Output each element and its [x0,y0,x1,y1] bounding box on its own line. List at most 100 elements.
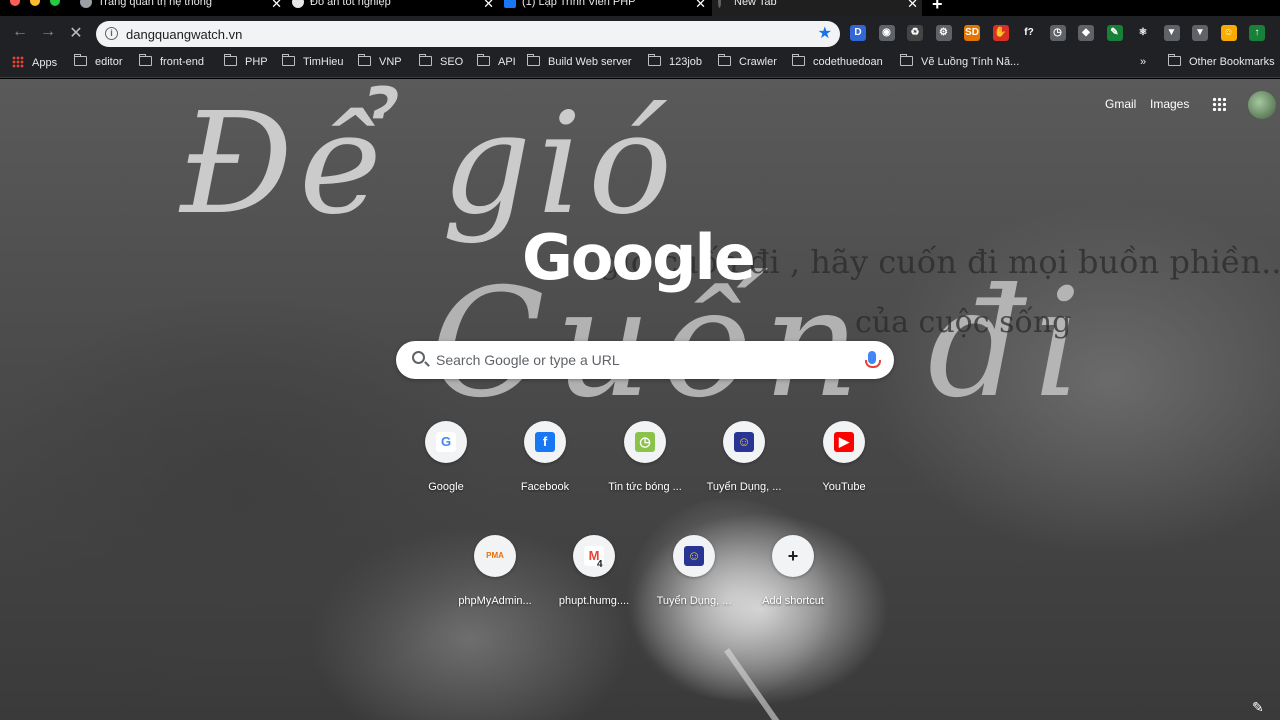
bookmark-label: Crawler [739,56,777,68]
google-icon: G [436,432,456,452]
shortcut-tile[interactable]: G Google [396,421,496,511]
shortcut-tile[interactable]: M 4 phupt.humg.... [544,535,644,625]
hand-icon[interactable]: ✋ [992,25,1009,41]
recycle-icon[interactable]: ♻ [907,25,923,41]
tab-title: (1) Lập Trình Viên PHP [522,0,636,8]
shortcut-label: Tuyển Dụng, ... [656,595,732,607]
dropdown-icon[interactable]: ▼ [1192,25,1208,41]
bookmarks-bar: Apps editor front-end PHP TimHieu VNP SEO API Bu… [0,50,1280,78]
customize-pencil-icon[interactable]: ✎ [1252,699,1264,716]
bookmarks-overflow-button[interactable]: » [1140,56,1146,72]
bookmark-folder[interactable]: API [477,54,516,72]
bookmark-folder[interactable]: codethuedoan [792,54,883,72]
bookmark-folder[interactable]: VNP [358,54,402,72]
bookmark-folder[interactable]: TimHieu [282,54,344,72]
close-window-button[interactable] [10,0,20,6]
bookmark-folder[interactable]: editor [74,54,123,72]
profile-icon[interactable]: ☺ [1220,25,1237,41]
google-apps-icon[interactable] [1212,97,1226,111]
tab-close-icon[interactable]: ✕ [695,0,706,12]
folder-icon [139,54,152,66]
tab[interactable]: (1) Lập Trình Viên PHP ✕ [500,0,710,16]
shortcut-label: Google [428,481,464,493]
globe-icon [80,0,92,8]
shortcut-circle[interactable]: + [772,535,814,577]
site-info-icon[interactable]: i [105,27,118,40]
shortcut-label: phpMyAdmin... [458,595,532,607]
vue-icon[interactable]: ▼ [1163,25,1180,41]
formula-icon[interactable]: f? [1021,25,1037,41]
bookmark-star-icon[interactable]: ★ [818,23,832,43]
bookmark-apps[interactable]: Apps [12,56,57,72]
maximize-window-button[interactable] [50,0,60,6]
folder-icon [648,54,661,66]
new-tab-button[interactable]: + [932,0,943,15]
tab[interactable]: Đồ án tốt nghiệp ✕ [288,0,498,16]
avatar[interactable] [1248,91,1276,119]
tab[interactable]: Trang quản trị hệ thống ✕ [76,0,286,16]
shortcut-circle[interactable]: M4 [573,535,615,577]
microphone-icon[interactable] [865,351,881,368]
react-icon[interactable]: ⚛ [1135,25,1151,41]
bookmark-label: editor [95,56,123,68]
bookmark-label: 123job [669,56,703,68]
shortcut-label: YouTube [822,481,866,493]
search-input[interactable] [436,349,836,371]
shortcut-tile[interactable]: + Add shortcut [743,535,843,625]
timer-icon[interactable]: ◷ [1049,25,1066,41]
globe-icon [292,0,304,8]
bookmark-folder[interactable]: Crawler [718,54,777,72]
tab-active[interactable]: New Tab ✕ [712,0,922,16]
images-link[interactable]: Images [1150,97,1189,111]
shortcut-circle[interactable]: ☺ [723,421,765,463]
shortcut-circle[interactable]: G [425,421,467,463]
shortcut-circle[interactable]: ☺ [673,535,715,577]
bookmark-folder[interactable]: front-end [139,54,204,72]
shortcut-circle[interactable]: PMA [474,535,516,577]
shortcut-tile[interactable]: ☺ Tuyển Dụng, ... [694,421,794,511]
camera-icon[interactable]: ◉ [878,25,895,41]
shortcut-label: Tin tức bóng ... [608,481,682,493]
bookmark-label: Apps [32,57,58,69]
sd-extension-icon[interactable]: SD [964,25,980,41]
newtab-icon [718,0,721,8]
stop-loading-button[interactable]: ✕ [66,23,86,43]
minimize-window-button[interactable] [30,0,40,6]
url-text[interactable]: dangquangwatch.vn [126,27,242,42]
bookmark-label: VNP [379,56,402,68]
tab-close-icon[interactable]: ✕ [271,0,282,12]
folder-icon [477,54,490,66]
toolbar: ← → ✕ i dangquangwatch.vn ★ D ◉ ♻ ⚙ SD ✋ f? ◷ ◆ ✎… [0,16,1280,50]
update-icon[interactable]: ↑ [1249,25,1265,41]
pen-icon[interactable]: ✎ [1106,25,1123,41]
shortcut-tile[interactable]: ◷ Tin tức bóng ... [595,421,695,511]
youtube-icon: ▶ [834,432,854,452]
forward-button[interactable]: → [38,23,58,41]
bookmark-folder[interactable]: Vẽ Luồng Tính Nă... [900,54,1019,72]
shortcut-circle[interactable]: ▶ [823,421,865,463]
shortcut-circle[interactable]: ◷ [624,421,666,463]
address-bar[interactable]: i dangquangwatch.vn ★ [96,21,840,47]
other-bookmarks[interactable]: Other Bookmarks [1168,54,1275,72]
shortcut-tile[interactable]: ▶ YouTube [794,421,894,511]
tab-close-icon[interactable]: ✕ [483,0,494,12]
search-box[interactable] [396,341,894,379]
plus-icon: + [787,546,799,566]
clock-icon: ◷ [635,432,655,452]
bookmark-folder[interactable]: Build Web server [527,54,632,72]
tab-title: Trang quản trị hệ thống [98,0,212,8]
shortcut-circle[interactable]: f [524,421,566,463]
gear-icon[interactable]: ⚙ [935,25,952,41]
tab-close-icon[interactable]: ✕ [907,0,918,12]
gmail-link[interactable]: Gmail [1105,97,1136,111]
back-button[interactable]: ← [10,23,30,41]
shortcut-tile[interactable]: ☺ Tuyển Dụng, ... [644,535,744,625]
shortcut-tile[interactable]: f Facebook [495,421,595,511]
bookmark-folder[interactable]: 123job [648,54,703,72]
new-tab-page: Để gió Cuốn đi gió cuốn đi , hãy cuốn đi… [0,79,1280,720]
bookmark-folder[interactable]: PHP [224,54,268,72]
shortcut-tile[interactable]: PMA phpMyAdmin... [445,535,545,625]
layers-icon[interactable]: ◆ [1078,25,1094,41]
d-extension-icon[interactable]: D [850,25,866,41]
bookmark-folder[interactable]: SEO [419,54,463,72]
